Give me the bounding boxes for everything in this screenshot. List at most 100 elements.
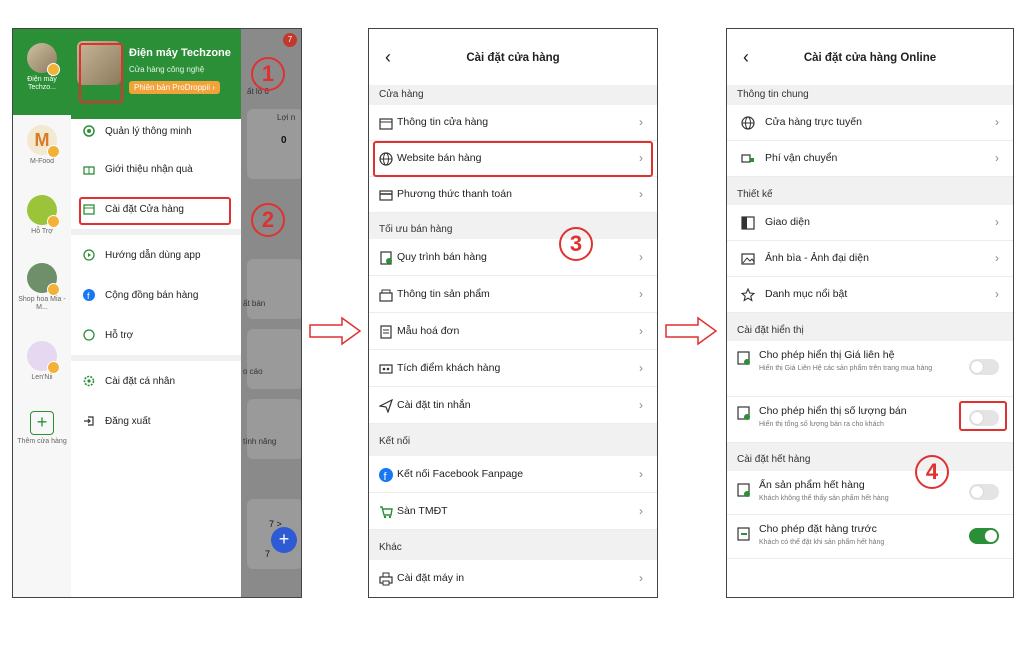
row-label: Ẩn sản phẩm hết hàng xyxy=(759,479,865,491)
settings-row-messages[interactable]: Cài đặt tin nhắn › xyxy=(369,387,657,424)
bg-text: ất bán xyxy=(243,299,266,308)
chevron-right-icon: › xyxy=(995,215,999,229)
header: ‹ Cài đặt cửa hàng Online xyxy=(727,29,1013,86)
settings-row-theme[interactable]: Giao diện › xyxy=(727,205,1013,241)
bg-tile xyxy=(247,259,301,319)
arrow-right-icon xyxy=(309,316,362,346)
store-avatar xyxy=(27,341,60,374)
header: ‹ Cài đặt cửa hàng xyxy=(369,29,657,86)
crown-icon xyxy=(47,63,60,76)
row-label: Quy trình bán hàng xyxy=(397,251,487,263)
store-name: Len'Nii xyxy=(31,374,53,381)
crown-icon xyxy=(47,215,60,228)
facebook-icon: f xyxy=(379,468,393,483)
menu-item-personal-settings[interactable]: Cài đặt cá nhân xyxy=(83,375,175,387)
bg-text: 7 xyxy=(265,549,271,559)
settings-row-featured-categories[interactable]: Danh mục nổi bật › xyxy=(727,277,1013,313)
toggle-switch-hide-out-of-stock[interactable] xyxy=(969,484,999,500)
toggle-switch-preorder[interactable] xyxy=(969,528,999,544)
store-name: Điện máy Techzo... xyxy=(27,76,57,91)
store-item-mfood[interactable]: M M-Food xyxy=(13,125,71,166)
menu-item-referral[interactable]: Giới thiệu nhận quà xyxy=(83,163,193,175)
truck-icon xyxy=(741,152,755,166)
version-pill[interactable]: Phiên bản ProDroppii › xyxy=(129,81,220,94)
settings-row-printer[interactable]: Cài đặt máy in › xyxy=(369,560,657,597)
arrow-right-icon xyxy=(665,316,718,346)
row-label: Phí vận chuyển xyxy=(765,152,838,164)
chevron-right-icon: › xyxy=(995,251,999,265)
store-item-techzone[interactable]: Điện máy Techzo... xyxy=(13,29,71,115)
settings-row-product-info[interactable]: Thông tin sản phẩm › xyxy=(369,276,657,313)
chevron-right-icon: › xyxy=(639,324,643,338)
row-label: Cho phép hiển thị số lượng bán xyxy=(759,405,907,417)
send-icon xyxy=(378,398,394,414)
store-name: Shop hoa Mia - M... xyxy=(18,296,66,311)
store-item-shophoa[interactable]: Shop hoa Mia - M... xyxy=(13,263,71,312)
star-icon xyxy=(740,287,756,302)
background-app-dimmed: ất lỗ 6 Lợi n 0 ất bán o cáo tính năng 7… xyxy=(241,29,301,597)
settings-row-cover-avatar[interactable]: Ảnh bìa - Ảnh đại diện › xyxy=(727,241,1013,277)
store-avatar xyxy=(27,43,60,76)
menu-item-app-guide[interactable]: Hướng dẫn dùng app xyxy=(83,249,201,261)
bg-text: o cáo xyxy=(243,367,263,376)
crown-icon xyxy=(47,283,60,296)
menu-item-logout[interactable]: Đăng xuất xyxy=(83,415,151,427)
settings-row-payment[interactable]: Phương thức thanh toán › xyxy=(369,177,657,213)
bg-text: 0 xyxy=(281,135,287,146)
chevron-right-icon: › xyxy=(995,151,999,165)
side-drawer: Điện máy Techzone Cửa hàng công nghệ Phi… xyxy=(71,29,241,597)
menu-item-smart-manage[interactable]: Quản lý thông minh xyxy=(83,125,192,137)
facebook-icon: f xyxy=(83,289,95,301)
settings-row-marketplace[interactable]: Sàn TMĐT › xyxy=(369,493,657,530)
settings-row-sales-flow[interactable]: Quy trình bán hàng › xyxy=(369,239,657,276)
row-label: Cho phép đặt hàng trước xyxy=(759,523,877,535)
store-subtitle: Cửa hàng công nghệ xyxy=(129,65,205,74)
store-name: Thêm cửa hàng xyxy=(17,438,67,445)
settings-row-store-info[interactable]: Thông tin cửa hàng › xyxy=(369,105,657,141)
logout-icon xyxy=(83,415,95,427)
row-description: Hiển thị tổng số lượng bán ra cho khách xyxy=(759,421,884,428)
step-badge-1: 1 xyxy=(251,57,285,91)
row-label: Cài đặt máy in xyxy=(397,572,465,584)
section-header: Cửa hàng xyxy=(369,85,657,105)
preorder-icon xyxy=(737,527,751,541)
toggle-switch-contact-price[interactable] xyxy=(969,359,999,375)
settings-row-invoice-template[interactable]: Mẫu hoá đơn › xyxy=(369,313,657,350)
store-avatar xyxy=(27,263,60,296)
section-header: Khác xyxy=(369,530,657,560)
target-icon xyxy=(83,125,95,137)
settings-row-facebook[interactable]: f Kết nối Facebook Fanpage › xyxy=(369,456,657,493)
screen-store-drawer: ất lỗ 6 Lợi n 0 ất bán o cáo tính năng 7… xyxy=(12,28,302,598)
printer-icon xyxy=(379,572,393,586)
section-header: Cài đặt hết hàng xyxy=(727,443,1013,471)
fab-add-icon[interactable]: + xyxy=(271,527,297,553)
highlight-sold-count-toggle xyxy=(959,401,1007,431)
add-store-button[interactable]: + Thêm cửa hàng xyxy=(13,411,71,446)
menu-label: Quản lý thông minh xyxy=(105,125,192,137)
row-description: Khách có thể đặt khi sản phẩm hết hàng xyxy=(759,539,885,546)
settings-row-loyalty[interactable]: Tích điểm khách hàng › xyxy=(369,350,657,387)
settings-row-shipping-fee[interactable]: Phí vận chuyển › xyxy=(727,141,1013,177)
store-avatar: M xyxy=(27,125,60,158)
store-icon xyxy=(379,116,393,130)
highlight-store-settings xyxy=(79,197,231,225)
flow-icon xyxy=(379,251,393,265)
page-title: Cài đặt cửa hàng Online xyxy=(803,52,937,64)
menu-item-community[interactable]: f Cộng đồng bán hàng xyxy=(83,289,198,301)
menu-label: Hướng dẫn dùng app xyxy=(105,249,201,261)
store-item-hotro[interactable]: Hỗ Trợ xyxy=(13,195,71,236)
crown-icon xyxy=(47,145,60,158)
row-label: Phương thức thanh toán xyxy=(397,188,512,200)
menu-item-support[interactable]: Hỗ trợ xyxy=(83,329,133,341)
settings-row-online-store[interactable]: Cửa hàng trực tuyến › xyxy=(727,105,1013,141)
section-header: Tối ưu bán hàng xyxy=(369,213,657,239)
menu-label: Cài đặt cá nhân xyxy=(105,375,176,387)
section-header: Thiết kế xyxy=(727,177,1013,205)
screen-online-store-settings: ‹ Cài đặt cửa hàng Online Thông tin chun… xyxy=(726,28,1014,598)
menu-label: Đăng xuất xyxy=(105,415,151,427)
highlight-avatar xyxy=(79,43,123,103)
row-label: Thông tin sản phẩm xyxy=(397,288,490,300)
store-item-lennii[interactable]: Len'Nii xyxy=(13,341,71,382)
card-icon xyxy=(379,188,393,202)
notification-badge: 7 xyxy=(283,33,297,47)
